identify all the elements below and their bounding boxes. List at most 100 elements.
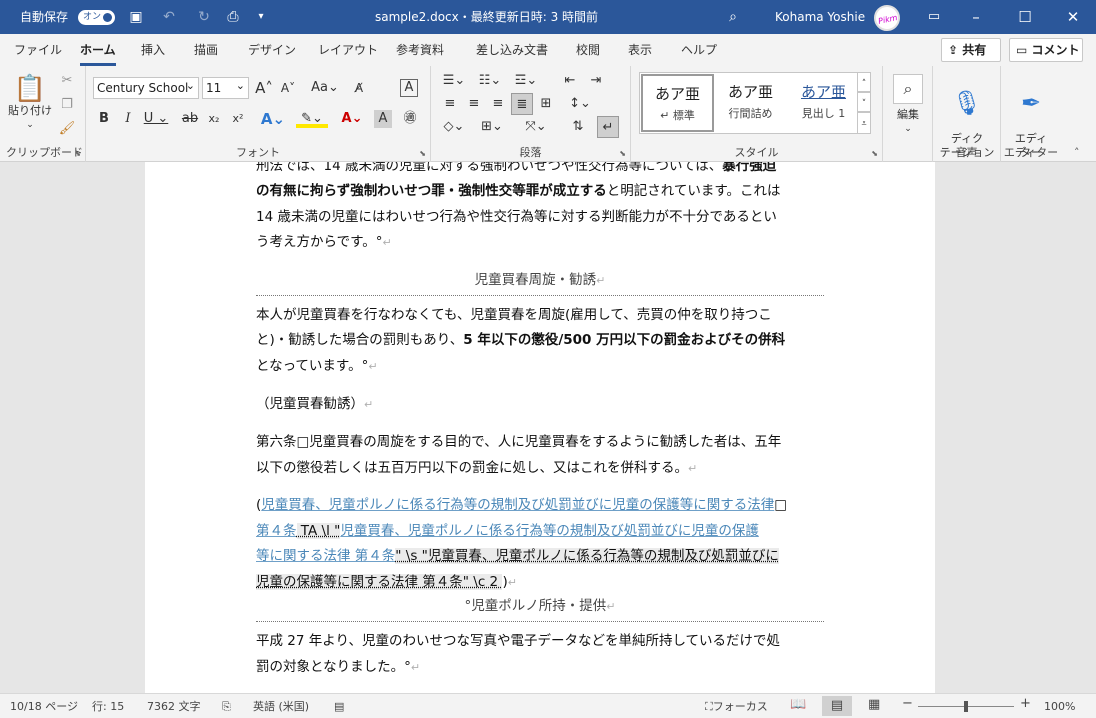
zoom-in-icon[interactable]: + <box>1020 697 1031 710</box>
bold-icon[interactable]: B <box>93 108 115 130</box>
print-preview-icon[interactable]: ⎙ <box>224 8 242 26</box>
tab-layout[interactable]: レイアウト <box>318 43 378 57</box>
font-color-icon[interactable]: A⌄ <box>336 108 368 130</box>
format-painter-icon[interactable]: 🖌 <box>56 118 78 140</box>
enclose-characters-icon[interactable]: ㊜ <box>399 108 421 130</box>
search-icon[interactable]: ⌕ <box>724 8 742 26</box>
show-marks-icon[interactable]: ↵ <box>597 116 619 138</box>
undo-icon[interactable]: ↶ <box>160 8 178 26</box>
zoom-slider-thumb[interactable] <box>964 701 968 712</box>
print-layout-icon[interactable]: ▤ <box>822 696 852 716</box>
borders-icon[interactable]: ⊞⌄ <box>477 116 507 138</box>
italic-icon[interactable]: I <box>117 108 139 130</box>
sort-icon[interactable]: ⇅ <box>567 116 589 138</box>
numbering-icon[interactable]: ☷⌄ <box>475 70 505 92</box>
shading-icon[interactable]: ◇⌄ <box>439 116 469 138</box>
tab-draw[interactable]: 描画 <box>194 43 218 57</box>
styles-more-icon[interactable]: ⩡ <box>857 112 871 134</box>
autosave-toggle[interactable]: オン <box>78 10 115 25</box>
highlight-icon[interactable]: ✎⌄ <box>296 108 328 128</box>
comments-button[interactable]: ▭ コメント <box>1009 38 1083 62</box>
field-code[interactable]: TA \l " <box>296 523 341 539</box>
tab-insert[interactable]: 挿入 <box>141 43 165 57</box>
field-code[interactable]: 児童の保護等に関する法律 第４条" \c 2 <box>256 574 503 590</box>
maximize-button[interactable]: ☐ <box>1002 0 1048 34</box>
font-name-select[interactable]: Century School <box>93 76 199 99</box>
tab-file[interactable]: ファイル <box>14 43 62 57</box>
citation-link[interactable]: 第４条 <box>256 523 297 539</box>
font-size-select[interactable]: 11 <box>202 76 249 99</box>
grow-font-icon[interactable]: A˄ <box>253 77 275 99</box>
tab-mailings[interactable]: 差し込み文書 <box>476 43 548 57</box>
style-heading-1[interactable]: あア亜 見出し 1 <box>787 74 860 132</box>
character-shading-icon[interactable]: A <box>374 110 392 128</box>
styles-down-icon[interactable]: ˅ <box>857 92 871 112</box>
line-number[interactable]: 行: 15 <box>92 700 124 713</box>
distributed-icon[interactable]: ⊞ <box>535 93 557 115</box>
text-effects-icon[interactable]: A⌄ <box>258 108 288 130</box>
copy-icon[interactable]: ❐ <box>56 94 78 116</box>
clear-formatting-icon[interactable]: A̸ <box>348 77 370 99</box>
minimize-button[interactable]: – <box>953 0 999 34</box>
decrease-indent-icon[interactable]: ⇤ <box>559 70 581 92</box>
ribbon-display-icon[interactable]: ▭ <box>925 8 943 26</box>
character-border-icon[interactable]: A <box>400 79 418 97</box>
redo-icon[interactable]: ↻ <box>195 8 213 26</box>
tab-home[interactable]: ホーム <box>80 43 116 66</box>
asian-layout-icon[interactable]: ⤧⌄ <box>521 116 551 138</box>
styles-up-icon[interactable]: ˄ <box>857 72 871 92</box>
avatar[interactable]: Pikm <box>874 5 900 31</box>
user-name[interactable]: Kohama Yoshie <box>775 10 865 24</box>
tab-view[interactable]: 表示 <box>628 43 652 57</box>
word-count[interactable]: 7362 文字 <box>147 700 201 713</box>
tab-references[interactable]: 参考資料 <box>396 43 444 57</box>
proofing-icon[interactable]: ⎘ <box>222 700 231 713</box>
share-button[interactable]: ⇪ 共有 <box>941 38 1001 62</box>
zoom-level[interactable]: 100% <box>1044 700 1075 713</box>
document-title[interactable]: sample2.docx・最終更新日時: 3 時間前 <box>375 10 598 24</box>
font-launcher-icon[interactable]: ⬊ <box>419 149 426 158</box>
style-normal[interactable]: あア亜 ↵ 標準 <box>641 74 714 132</box>
increase-indent-icon[interactable]: ⇥ <box>585 70 607 92</box>
align-left-icon[interactable]: ≡ <box>439 93 461 115</box>
citation-link[interactable]: 児童買春、児童ポルノに係る行為等の規制及び処罰並びに児童の保護等に関する法律 <box>261 497 774 513</box>
cut-icon[interactable]: ✂ <box>56 70 78 92</box>
styles-launcher-icon[interactable]: ⬊ <box>871 149 878 158</box>
citation-link[interactable]: 等に関する法律 第４条 <box>256 548 395 564</box>
tab-review[interactable]: 校閲 <box>576 43 600 57</box>
page-count[interactable]: 10/18 ページ <box>10 700 78 713</box>
focus-button[interactable]: ⛶フォーカス <box>705 700 768 713</box>
save-icon[interactable]: ▣ <box>127 8 145 26</box>
strikethrough-icon[interactable]: ab <box>179 108 201 130</box>
bullets-icon[interactable]: ☰⌄ <box>439 70 469 92</box>
tab-help[interactable]: ヘルプ <box>681 43 717 57</box>
superscript-icon[interactable]: x² <box>227 108 249 130</box>
paragraph-launcher-icon[interactable]: ⬊ <box>619 149 626 158</box>
close-button[interactable]: ✕ <box>1050 0 1096 34</box>
field-code[interactable]: " \s "児童買春、児童ポルノに係る行為等の規制及び処罰並びに <box>395 548 779 564</box>
citation-link[interactable]: 児童買春、児童ポルノに係る行為等の規制及び処罰並びに児童の保護 <box>340 523 759 539</box>
language[interactable]: 英語 (米国) <box>253 700 309 713</box>
subscript-icon[interactable]: x₂ <box>203 108 225 130</box>
shrink-font-icon[interactable]: A˅ <box>277 77 299 99</box>
read-mode-icon[interactable]: 📖 <box>790 698 806 711</box>
align-right-icon[interactable]: ≡ <box>487 93 509 115</box>
customize-qat-icon[interactable]: ▾ <box>252 8 270 26</box>
change-case-icon[interactable]: Aa⌄ <box>308 77 342 99</box>
align-center-icon[interactable]: ≡ <box>463 93 485 115</box>
editing-button[interactable]: ⌕ 編集 ⌄ <box>891 74 925 136</box>
tab-design[interactable]: デザイン <box>248 43 296 57</box>
underline-icon[interactable]: U ⌄ <box>141 108 171 130</box>
line-spacing-icon[interactable]: ↕⌄ <box>565 93 595 115</box>
web-layout-icon[interactable]: ▦ <box>868 698 880 711</box>
zoom-out-icon[interactable]: − <box>902 697 913 710</box>
document-area[interactable]: 刑法では、14 歳未満の児童に対する強制わいせつや性交行為等については、暴行強迫… <box>0 162 1096 693</box>
style-no-spacing[interactable]: あア亜 行間詰め <box>714 74 787 132</box>
document-page[interactable]: 刑法では、14 歳未満の児童に対する強制わいせつや性交行為等については、暴行強迫… <box>145 162 935 693</box>
collapse-ribbon-icon[interactable]: ˄ <box>1074 146 1080 159</box>
multilevel-list-icon[interactable]: ☲⌄ <box>511 70 541 92</box>
macro-icon[interactable]: ▤ <box>334 700 344 713</box>
clipboard-launcher-icon[interactable]: ⬊ <box>74 149 81 158</box>
paste-button[interactable]: 📋 貼り付け ⌄ <box>6 74 54 132</box>
justify-icon[interactable]: ≣ <box>511 93 533 115</box>
